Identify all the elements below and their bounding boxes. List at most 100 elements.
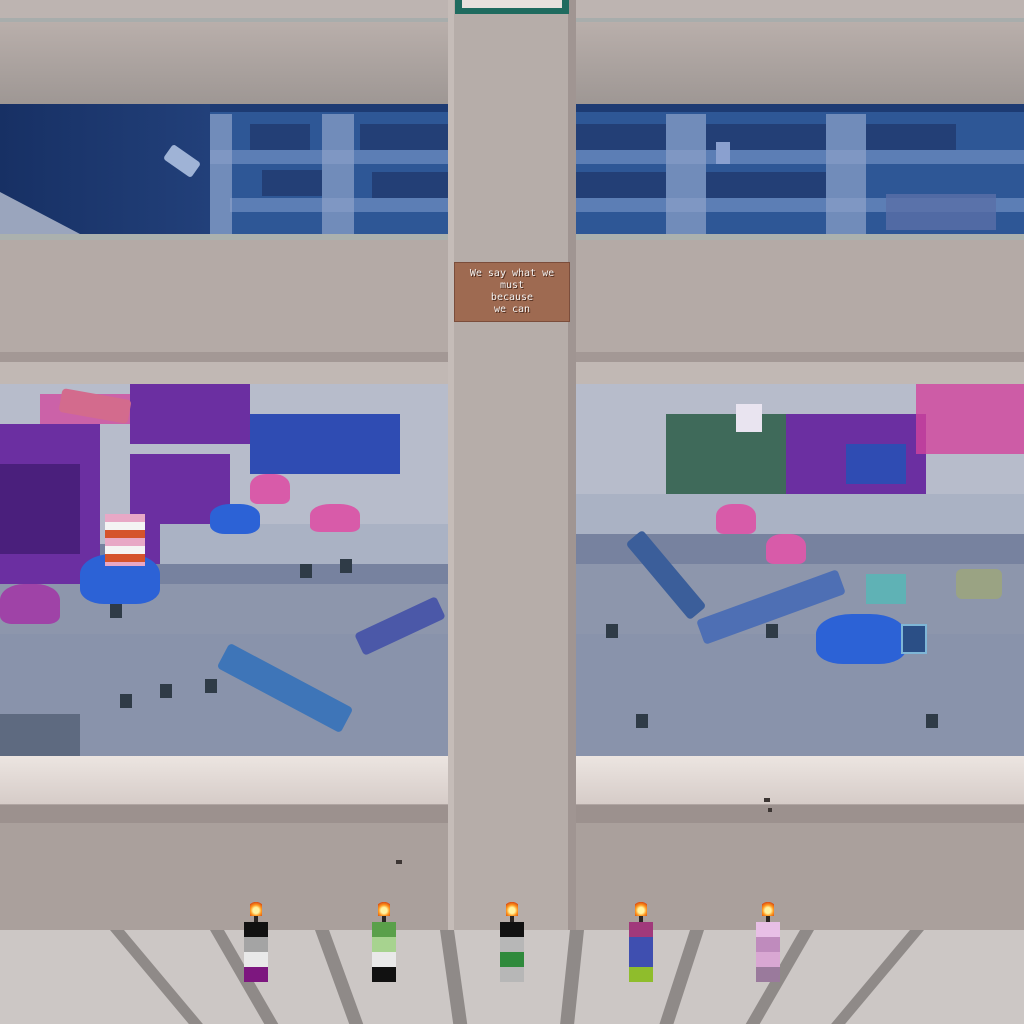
candle-stripe bbox=[756, 922, 780, 937]
smoke-particle-icon bbox=[396, 860, 402, 864]
aquarium-scene bbox=[576, 384, 1024, 756]
purple-block-panel bbox=[0, 464, 80, 554]
sea-pickle bbox=[205, 679, 217, 693]
glass-post bbox=[826, 114, 866, 234]
glass-pane bbox=[250, 124, 310, 150]
aromantic-candle[interactable] bbox=[372, 900, 396, 982]
candle-stripe bbox=[372, 967, 396, 982]
candle-stripe bbox=[500, 952, 524, 967]
sign-line-1: We say what we bbox=[469, 268, 555, 279]
floor-stripe bbox=[644, 930, 704, 1024]
swimming-axolotl bbox=[716, 142, 730, 164]
sea-pickle bbox=[636, 714, 648, 728]
stone-floor bbox=[576, 634, 1024, 756]
teal-axolotl bbox=[866, 574, 906, 604]
trapdoor-opening bbox=[462, 0, 562, 8]
sign-line-2: must bbox=[499, 280, 525, 291]
glass-pane bbox=[706, 172, 826, 198]
flame-icon bbox=[635, 900, 647, 916]
window-frame-top bbox=[576, 362, 1024, 384]
flame-icon bbox=[378, 900, 390, 916]
pink-block-wall bbox=[916, 384, 1024, 454]
glass-beam bbox=[576, 150, 1024, 164]
flame-icon bbox=[762, 900, 774, 916]
smoke-particle-icon bbox=[764, 798, 770, 802]
glass-pane bbox=[576, 124, 666, 150]
candle-stripe bbox=[244, 952, 268, 967]
bisexual-lake-candle[interactable] bbox=[629, 900, 653, 982]
blue-coral bbox=[210, 504, 260, 534]
yellow-axolotl bbox=[956, 569, 1002, 599]
sea-lantern bbox=[901, 624, 927, 654]
candle-stripe bbox=[756, 967, 780, 982]
floor-stripe bbox=[315, 930, 380, 1024]
window-sill bbox=[576, 756, 1024, 804]
sea-pickle bbox=[606, 624, 618, 638]
upper-left-aquarium-window bbox=[0, 22, 448, 234]
pink-coral bbox=[310, 504, 360, 532]
candle-stripe bbox=[244, 937, 268, 952]
stone-step bbox=[576, 494, 1024, 534]
flame-icon bbox=[250, 900, 262, 916]
asexual-candle[interactable] bbox=[244, 900, 268, 982]
candle-stripe bbox=[756, 952, 780, 967]
sea-pickle bbox=[926, 714, 938, 728]
floor-stripe bbox=[555, 930, 584, 1024]
window-ceiling bbox=[0, 22, 448, 104]
candle-stripe bbox=[244, 922, 268, 937]
pink-coral bbox=[766, 534, 806, 564]
candle-stripe bbox=[500, 922, 524, 937]
glass-pane bbox=[576, 172, 666, 198]
upper-right-aquarium-window bbox=[576, 22, 1024, 234]
candle-stripe bbox=[500, 937, 524, 952]
candle-stripe bbox=[244, 967, 268, 982]
dark-panel bbox=[0, 714, 80, 756]
agender-candle[interactable] bbox=[500, 900, 524, 982]
sign-line-3: because bbox=[490, 292, 534, 303]
candle-stripe bbox=[500, 967, 524, 982]
lower-right-aquarium-window bbox=[576, 362, 1024, 805]
purple-block-wall bbox=[130, 384, 250, 444]
floor-stripe bbox=[440, 930, 474, 1024]
center-pillar-edge bbox=[448, 0, 454, 930]
blue-block-wall bbox=[250, 414, 400, 474]
glass-pane bbox=[866, 124, 956, 150]
center-pillar bbox=[448, 0, 576, 930]
smoke-particle-icon bbox=[768, 808, 772, 812]
lesbian-pink-candle[interactable] bbox=[756, 900, 780, 982]
window-sill bbox=[0, 756, 448, 804]
wooden-sign[interactable]: We say what we must because we can bbox=[454, 262, 570, 322]
sea-pickle bbox=[766, 624, 778, 638]
stone-step bbox=[160, 524, 448, 564]
sea-pickle bbox=[160, 684, 172, 698]
candle-stripe bbox=[372, 922, 396, 937]
candle-stripe bbox=[629, 922, 653, 937]
aquarium-scene bbox=[0, 384, 448, 756]
pink-coral bbox=[250, 474, 290, 504]
sign-line-4: we can bbox=[493, 304, 531, 315]
sea-pickle bbox=[110, 604, 122, 618]
lower-left-aquarium-window bbox=[0, 362, 448, 805]
candle-stripe bbox=[629, 967, 653, 982]
flame-icon bbox=[506, 900, 518, 916]
candle-stripe bbox=[372, 937, 396, 952]
candle-stripe bbox=[372, 952, 396, 967]
candle-stripe bbox=[756, 937, 780, 952]
glass-pane bbox=[360, 124, 448, 150]
glass-post bbox=[666, 114, 706, 234]
lesbian-banner bbox=[105, 514, 145, 566]
floor-stripe bbox=[792, 930, 924, 1024]
glass-post bbox=[322, 114, 354, 234]
glass-pane bbox=[372, 172, 448, 198]
purple-coral bbox=[0, 584, 60, 624]
glass-pane bbox=[262, 170, 322, 196]
rainbow-axolotl bbox=[736, 404, 762, 432]
axolotl-group bbox=[886, 194, 996, 230]
candle-stripe bbox=[629, 952, 653, 967]
blue-coral bbox=[816, 614, 906, 664]
candle-stripe bbox=[629, 937, 653, 952]
pink-coral bbox=[716, 504, 756, 534]
sea-pickle bbox=[300, 564, 312, 578]
center-pillar-edge bbox=[568, 0, 576, 930]
window-frame-top bbox=[0, 362, 448, 384]
